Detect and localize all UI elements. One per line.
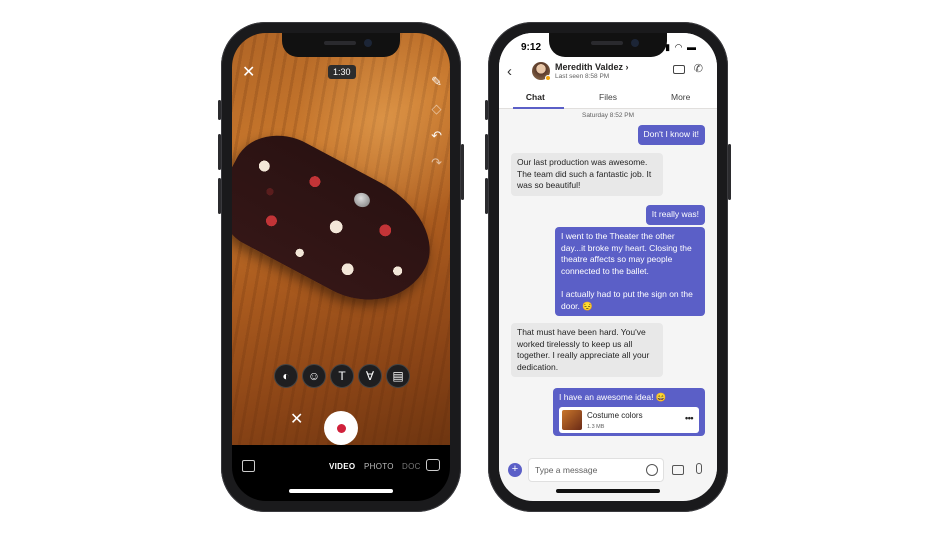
close-icon[interactable]: ✕ <box>242 62 255 82</box>
contact-name[interactable]: Meredith Valdez › <box>555 62 629 72</box>
redo-icon[interactable]: ↷ <box>431 154 442 171</box>
cancel-icon[interactable]: ✕ <box>290 409 303 429</box>
coin-purse-image <box>232 117 450 325</box>
message-text: That must have been hard. You've worked … <box>517 327 650 372</box>
message-text: Don't I know it! <box>643 129 699 139</box>
microphone-icon[interactable] <box>696 463 702 474</box>
message-list[interactable]: Saturday 8:52 PM Don't I know it! Our la… <box>499 109 717 453</box>
board-icon[interactable]: ▤ <box>386 364 410 388</box>
message-text: It really was! <box>651 209 699 219</box>
gallery-icon[interactable] <box>242 460 255 472</box>
presence-away-icon <box>545 75 551 81</box>
date-stamp: Saturday 8:52 PM <box>581 112 635 119</box>
message-outgoing[interactable]: I went to the Theater the other day...it… <box>555 227 705 316</box>
message-text: I went to the Theater the other day...it… <box>561 231 692 276</box>
home-indicator <box>289 489 393 493</box>
phone-camera: ✕ 1:30 ✎ ◇ ↶ ↷ ◐ ☺ T ∀ ▤ ✕ VIDEO PHOTO D… <box>218 22 464 512</box>
recording-timer: 1:30 <box>328 65 356 79</box>
record-dot-icon <box>336 423 346 433</box>
message-text: Our last production was awesome. The tea… <box>517 157 652 190</box>
draw-icon[interactable]: ∀ <box>358 364 382 388</box>
message-text: I actually had to put the sign on the do… <box>561 289 693 311</box>
chat-header: ‹ Meredith Valdez › Last seen 8:58 PM ✆ <box>499 59 717 87</box>
message-input[interactable]: Type a message <box>528 458 664 482</box>
tab-more[interactable]: More <box>644 87 717 108</box>
more-options-icon[interactable]: ••• <box>685 413 693 425</box>
message-input-placeholder: Type a message <box>535 465 598 475</box>
file-attachment[interactable]: Costume colors 1.3 MB ••• <box>559 406 699 433</box>
message-incoming[interactable]: That must have been hard. You've worked … <box>511 323 663 377</box>
stage: ✕ 1:30 ✎ ◇ ↶ ↷ ◐ ☺ T ∀ ▤ ✕ VIDEO PHOTO D… <box>0 0 950 534</box>
sticker-icon[interactable]: ☺ <box>302 364 326 388</box>
message-outgoing[interactable]: It really was! <box>645 205 705 225</box>
home-indicator <box>556 489 660 493</box>
phone-call-icon[interactable]: ✆ <box>694 62 703 75</box>
mode-photo[interactable]: PHOTO <box>364 462 394 471</box>
avatar[interactable] <box>532 62 551 81</box>
last-seen: Last seen 8:58 PM <box>555 73 610 80</box>
message-text: I have an awesome idea! 😄 <box>559 392 667 402</box>
phone-chat: 9:12 ▮▮ ◠ ▬ ‹ Meredith Valdez › Last see… <box>485 22 731 512</box>
filter-icon[interactable]: ◐ <box>274 364 298 388</box>
record-button[interactable] <box>324 411 358 445</box>
file-thumbnail <box>562 409 582 430</box>
chat-tabs: Chat Files More <box>499 87 717 109</box>
message-outgoing[interactable]: Don't I know it! <box>637 125 705 145</box>
add-icon[interactable]: + <box>508 463 522 477</box>
edit-toolbar: ◐ ☺ T ∀ ▤ <box>274 364 410 388</box>
video-call-icon[interactable] <box>673 65 685 74</box>
tab-files[interactable]: Files <box>572 87 645 108</box>
mode-doc[interactable]: DOC <box>402 462 421 471</box>
eraser-icon[interactable]: ◇ <box>432 100 442 117</box>
back-icon[interactable]: ‹ <box>507 63 512 80</box>
chat-screen: 9:12 ▮▮ ◠ ▬ ‹ Meredith Valdez › Last see… <box>499 33 717 501</box>
file-name: Costume colors <box>587 410 643 420</box>
status-time: 9:12 <box>521 42 542 53</box>
text-icon[interactable]: T <box>330 364 354 388</box>
emoji-icon[interactable] <box>646 464 658 476</box>
tab-chat[interactable]: Chat <box>499 87 572 109</box>
camera-screen: ✕ 1:30 ✎ ◇ ↶ ↷ ◐ ☺ T ∀ ▤ ✕ VIDEO PHOTO D… <box>232 33 450 501</box>
pen-icon[interactable]: ✎ <box>431 73 442 90</box>
undo-icon[interactable]: ↶ <box>431 127 442 144</box>
camera-icon[interactable] <box>672 465 684 475</box>
capture-mode-bar: VIDEO PHOTO DOC <box>232 459 450 481</box>
flip-camera-icon[interactable] <box>426 459 440 471</box>
message-incoming[interactable]: Our last production was awesome. The tea… <box>511 153 663 196</box>
camera-topbar: ✕ 1:30 <box>232 63 450 83</box>
compose-bar: + Type a message <box>499 453 717 489</box>
side-toolbar: ✎ ◇ ↶ ↷ <box>431 73 442 171</box>
message-outgoing[interactable]: I have an awesome idea! 😄 Costume colors… <box>553 388 705 436</box>
file-size: 1.3 MB <box>587 423 605 430</box>
mode-video[interactable]: VIDEO <box>329 462 355 471</box>
